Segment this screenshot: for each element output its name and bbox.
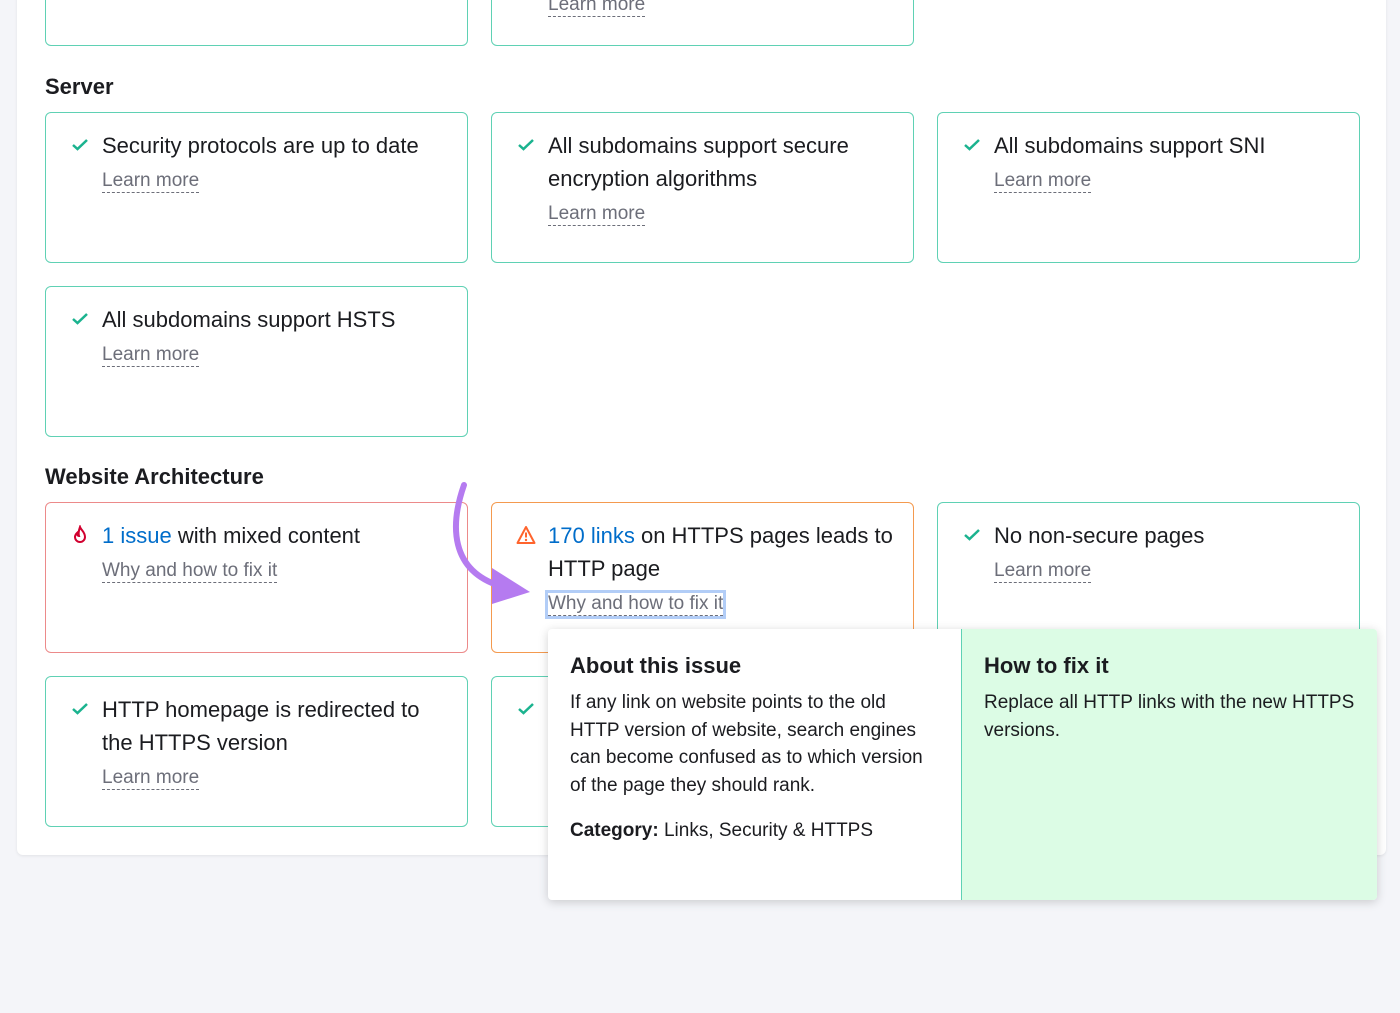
- category-label: Category:: [570, 820, 659, 841]
- annotation-arrow-icon: [453, 482, 530, 604]
- card-title-text: with mixed content: [171, 523, 361, 548]
- learn-more-link[interactable]: Learn more: [994, 560, 1092, 583]
- fix-title: How to fix it: [984, 653, 1109, 678]
- card-title: 1 issue with mixed content: [102, 519, 449, 552]
- card-top-1: [45, 0, 468, 46]
- about-title: About this issue: [570, 653, 742, 678]
- card-hsts: All subdomains support HSTS Learn more: [45, 286, 468, 437]
- learn-more-link[interactable]: Learn more: [548, 0, 646, 17]
- card-title: 170 links on HTTPS pages leads to HTTP p…: [548, 519, 895, 585]
- card-title: No non-secure pages: [994, 523, 1205, 548]
- check-icon: [964, 139, 980, 151]
- card-homepage-redirect: HTTP homepage is redirected to the HTTPS…: [45, 676, 468, 827]
- section-heading-server: Server: [45, 74, 114, 99]
- card-top-2: Learn more: [491, 0, 914, 46]
- issue-count-link[interactable]: 1 issue: [102, 523, 172, 548]
- check-icon: [518, 139, 534, 151]
- why-fix-link[interactable]: Why and how to fix it: [102, 560, 278, 583]
- fix-text: Replace all HTTP links with the new HTTP…: [984, 692, 1355, 741]
- issue-tooltip: About this issue If any link on website …: [548, 629, 1377, 900]
- card-title: All subdomains support secure encryption…: [548, 133, 849, 191]
- category: Category: Links, Security & HTTPS: [570, 820, 939, 842]
- why-fix-link[interactable]: Why and how to fix it: [544, 590, 727, 619]
- check-icon: [518, 703, 534, 715]
- card-sni: All subdomains support SNI Learn more: [937, 112, 1360, 263]
- card-security-protocols: Security protocols are up to date Learn m…: [45, 112, 468, 263]
- card-encryption: All subdomains support secure encryption…: [491, 112, 914, 263]
- check-icon: [72, 703, 88, 715]
- fix-section: How to fix it Replace all HTTP links wit…: [962, 629, 1377, 900]
- card-mixed-content: 1 issue with mixed content Why and how to…: [45, 502, 468, 653]
- card-title: Security protocols are up to date: [102, 133, 419, 158]
- card-title: All subdomains support SNI: [994, 133, 1266, 158]
- check-icon: [72, 313, 88, 325]
- card-title: All subdomains support HSTS: [102, 307, 396, 332]
- learn-more-link[interactable]: Learn more: [102, 344, 200, 367]
- check-icon: [964, 529, 980, 541]
- category-value: Links, Security & HTTPS: [658, 820, 874, 841]
- section-heading-architecture: Website Architecture: [45, 464, 264, 489]
- about-section: About this issue If any link on website …: [548, 629, 962, 900]
- learn-more-link[interactable]: Learn more: [548, 203, 646, 226]
- learn-more-link[interactable]: Learn more: [102, 767, 200, 790]
- card-title: HTTP homepage is redirected to the HTTPS…: [102, 697, 420, 755]
- fire-icon: [73, 525, 87, 543]
- links-count-link[interactable]: 170 links: [548, 523, 635, 548]
- check-icon: [72, 139, 88, 151]
- about-text: If any link on website points to the old…: [570, 692, 923, 796]
- learn-more-link[interactable]: Learn more: [994, 170, 1092, 193]
- learn-more-link[interactable]: Learn more: [102, 170, 200, 193]
